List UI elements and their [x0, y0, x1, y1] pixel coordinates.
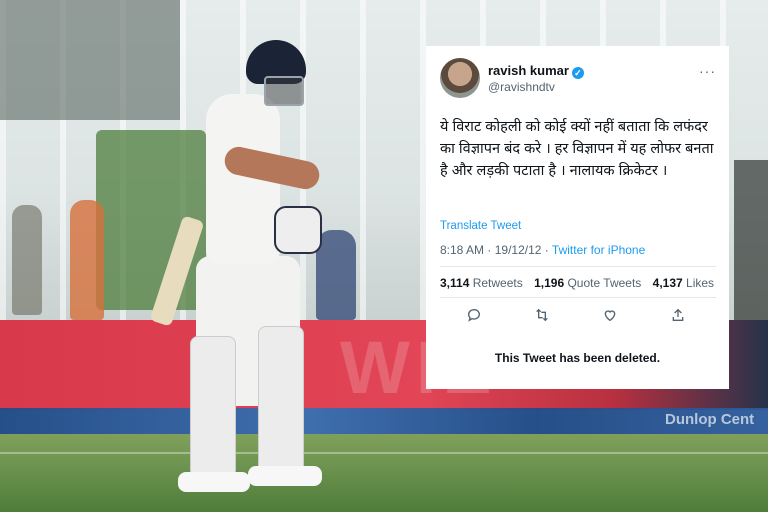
- like-icon[interactable]: [602, 307, 622, 327]
- helmet-grille: [264, 76, 304, 106]
- tweet-stats: 3,114 Retweets 1,196 Quote Tweets 4,137 …: [440, 276, 722, 290]
- batting-glove: [274, 206, 322, 254]
- tweet-time[interactable]: 8:18 AM: [440, 243, 484, 257]
- deleted-notice: This Tweet has been deleted.: [494, 351, 661, 365]
- tweet-card: ravish kumar ✓ @ravishndtv ··· ये विराट क…: [426, 46, 729, 389]
- tweet-actions: [440, 307, 716, 327]
- retweets-stat[interactable]: 3,114 Retweets: [440, 276, 523, 290]
- display-name[interactable]: ravish kumar: [488, 63, 569, 78]
- likes-stat[interactable]: 4,137 Likes: [653, 276, 714, 290]
- shoe: [178, 472, 250, 492]
- more-horizontal-icon[interactable]: ···: [699, 63, 716, 79]
- retweets-count: 3,114: [440, 276, 470, 290]
- divider: [440, 266, 716, 267]
- share-icon[interactable]: [670, 307, 690, 327]
- translate-tweet-link[interactable]: Translate Tweet: [440, 220, 521, 232]
- tweet-text: ये विराट कोहली को कोई क्यों नहीं बताता क…: [440, 119, 714, 179]
- tweet-meta: 8:18 AM · 19/12/12 · Twitter for iPhone: [440, 243, 645, 257]
- reply-icon[interactable]: [466, 307, 486, 327]
- user-handle[interactable]: @ravishndtv: [488, 80, 555, 94]
- shoe: [248, 466, 322, 486]
- verified-badge-icon: ✓: [571, 67, 584, 79]
- quotes-label: Quote Tweets: [567, 276, 642, 290]
- batting-pad-left: [190, 336, 236, 478]
- spectator: [734, 160, 768, 330]
- field-marking: [0, 452, 768, 454]
- quote-tweets-stat[interactable]: 1,196 Quote Tweets: [534, 276, 641, 290]
- tweet-date[interactable]: 19/12/12: [495, 243, 542, 257]
- spectator: [12, 205, 42, 315]
- strip-text: Dunlop Cent: [665, 411, 755, 428]
- author-name-row[interactable]: ravish kumar ✓: [488, 63, 584, 79]
- avatar[interactable]: [440, 58, 480, 98]
- retweet-icon[interactable]: [534, 307, 554, 327]
- likes-count: 4,137: [652, 276, 683, 290]
- sponsor-strip: [0, 408, 768, 434]
- cricket-field: [0, 434, 768, 512]
- cricketer-figure: [149, 36, 330, 496]
- stand-shadow: [0, 0, 180, 120]
- divider: [440, 297, 716, 298]
- groundstaff-figure: [70, 200, 104, 320]
- batting-pad-right: [258, 326, 304, 478]
- tweet-header: ravish kumar ✓ @ravishndtv ···: [440, 58, 716, 100]
- retweets-label: Retweets: [472, 276, 523, 290]
- source-app-link[interactable]: Twitter for iPhone: [552, 243, 645, 257]
- likes-label: Likes: [686, 276, 715, 290]
- quotes-count: 1,196: [534, 276, 565, 290]
